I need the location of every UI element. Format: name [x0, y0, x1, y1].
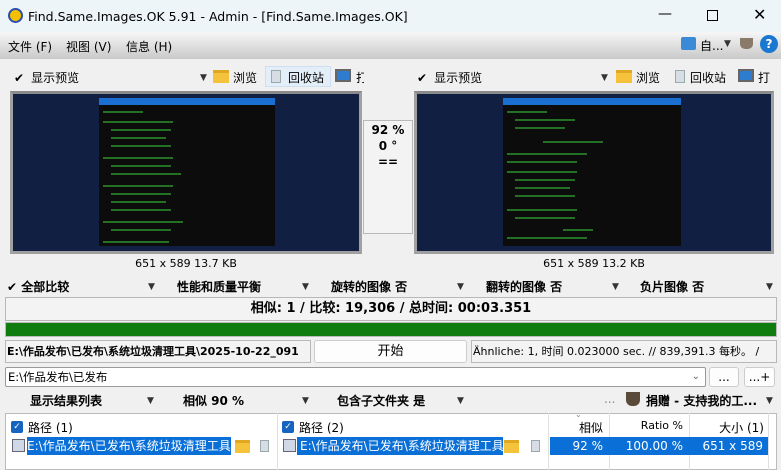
help-button[interactable]: ?	[760, 35, 778, 53]
right-show-preview-toggle[interactable]: ✔ 显示预览	[417, 69, 482, 86]
image-icon	[12, 439, 25, 452]
language-select[interactable]: 自...	[700, 37, 723, 54]
folder-input[interactable]: E:\作品发布\已发布 ⌄	[5, 367, 706, 387]
monitor-icon[interactable]	[738, 69, 754, 82]
chevron-down-icon[interactable]: ▼	[457, 282, 464, 292]
add-folder-button[interactable]: ...+	[744, 367, 775, 387]
minimize-button[interactable]: —	[658, 6, 672, 22]
right-print-button[interactable]: 打	[758, 69, 770, 86]
progress-bar	[5, 322, 777, 337]
left-show-preview-toggle[interactable]: ✔ 显示预览	[14, 69, 79, 86]
right-recycle-button[interactable]: 回收站	[690, 69, 726, 86]
chevron-down-icon[interactable]: ⌄	[692, 368, 700, 386]
folder-icon[interactable]	[213, 70, 229, 83]
chevron-down-icon[interactable]: ▼	[724, 39, 731, 49]
progress-fill	[6, 323, 776, 336]
view-dropdown[interactable]: 显示结果列表	[30, 392, 102, 409]
more-menu[interactable]: ...	[604, 392, 615, 406]
folder-icon[interactable]	[235, 440, 250, 453]
coffee-icon	[626, 392, 640, 406]
chevron-down-icon[interactable]: ▼	[612, 282, 619, 292]
row-similar[interactable]: 92 %	[550, 437, 609, 455]
coffee-icon[interactable]	[740, 38, 753, 49]
window-title: Find.Same.Images.OK 5.91 - Admin - [Find…	[28, 9, 408, 24]
menu-view[interactable]: 视图 (V)	[66, 38, 111, 55]
folder-icon[interactable]	[616, 70, 632, 83]
maximize-button[interactable]	[707, 10, 718, 21]
equal-indicator: ==	[377, 155, 399, 169]
language-icon[interactable]	[681, 37, 696, 50]
monitor-icon[interactable]	[335, 69, 351, 82]
header-similar[interactable]: 相似	[549, 419, 603, 436]
chevron-down-icon[interactable]: ▼	[302, 282, 309, 292]
left-recycle-label: 回收站	[288, 71, 325, 85]
left-image-caption: 651 x 589 13.7 KB	[135, 257, 237, 270]
recycle-bin-icon[interactable]	[260, 440, 269, 452]
menu-file[interactable]: 文件 (F)	[8, 38, 52, 55]
compare-all-toggle[interactable]: ✔ 全部比较	[7, 278, 69, 295]
chevron-down-icon[interactable]: ▼	[147, 396, 154, 406]
recycle-bin-icon[interactable]	[531, 440, 540, 452]
check-icon: ✔	[14, 71, 25, 85]
status-summary: 相似: 1 / 比较: 19,306 / 总时间: 00:03.351	[5, 297, 777, 321]
left-print-button[interactable]: 打	[356, 69, 364, 86]
left-browse-button[interactable]: 浏览	[233, 69, 257, 86]
image-icon	[283, 439, 296, 452]
close-button[interactable]: ✕	[753, 5, 766, 24]
negative-dropdown[interactable]: 负片图像 否	[640, 278, 704, 295]
browse-folder-button[interactable]: ...	[709, 367, 739, 387]
chevron-down-icon[interactable]: ▼	[457, 396, 464, 406]
app-logo-icon	[8, 8, 23, 23]
rotation-value: 0 °	[378, 139, 398, 153]
checkbox[interactable]: ✓	[282, 421, 294, 433]
similarity-dropdown[interactable]: 相似 90 %	[183, 392, 244, 409]
folder-icon[interactable]	[504, 440, 519, 453]
info-text: Ähnliche: 1, 时间 0.023000 sec. // 839,391…	[471, 340, 777, 363]
current-path: E:\作品发布\已发布\系统垃圾清理工具\2025-10-22_091	[5, 340, 311, 363]
chevron-down-icon[interactable]: ▼	[302, 396, 309, 406]
check-icon: ✔	[417, 71, 428, 85]
row-ratio[interactable]: 100.00 %	[609, 437, 689, 455]
header-path1[interactable]: ✓ 路径 (1)	[11, 419, 73, 436]
header-size[interactable]: 大小 (1)	[690, 419, 764, 436]
row-size[interactable]: 651 x 589	[689, 437, 768, 455]
left-preview[interactable]	[10, 91, 362, 254]
chevron-down-icon[interactable]: ▼	[766, 396, 773, 406]
quality-dropdown[interactable]: 性能和质量平衡	[177, 278, 261, 295]
rotated-dropdown[interactable]: 旋转的图像 否	[331, 278, 407, 295]
recycle-bin-icon	[271, 70, 281, 83]
row-path2[interactable]: E:\作品发布\已发布\系统垃圾清理工具	[297, 437, 503, 455]
checkbox[interactable]: ✓	[11, 421, 23, 433]
subfolders-dropdown[interactable]: 包含子文件夹 是	[337, 392, 425, 409]
menu-bar: 文件 (F) 视图 (V) 信息 (H) 自... ▼ ?	[0, 32, 781, 59]
recycle-bin-icon[interactable]	[675, 70, 685, 83]
header-path2[interactable]: ✓ 路径 (2)	[282, 419, 344, 436]
title-bar: Find.Same.Images.OK 5.91 - Admin - [Find…	[0, 0, 781, 32]
donate-button[interactable]: 捐赠 - 支持我的工...	[646, 392, 757, 409]
chevron-down-icon[interactable]: ▼	[601, 73, 608, 83]
chevron-down-icon[interactable]: ▼	[148, 282, 155, 292]
right-preview-image	[503, 98, 681, 246]
start-button[interactable]: 开始	[314, 340, 467, 363]
similarity-value: 92 %	[371, 123, 405, 137]
header-ratio[interactable]: Ratio %	[610, 419, 683, 432]
right-image-caption: 651 x 589 13.2 KB	[543, 257, 645, 270]
chevron-down-icon[interactable]: ▼	[766, 282, 773, 292]
chevron-down-icon[interactable]: ▼	[200, 73, 207, 83]
column-divider	[768, 413, 769, 470]
row-path1[interactable]: E:\作品发布\已发布\系统垃圾清理工具	[27, 437, 231, 455]
menu-info[interactable]: 信息 (H)	[126, 38, 172, 55]
sort-indicator-icon: ⌄	[575, 410, 582, 419]
right-preview[interactable]	[414, 91, 774, 254]
right-browse-button[interactable]: 浏览	[636, 69, 660, 86]
compare-info-panel: 92 % 0 ° ==	[363, 120, 413, 234]
flipped-dropdown[interactable]: 翻转的图像 否	[486, 278, 562, 295]
left-preview-image	[99, 98, 275, 246]
column-divider	[277, 413, 278, 470]
